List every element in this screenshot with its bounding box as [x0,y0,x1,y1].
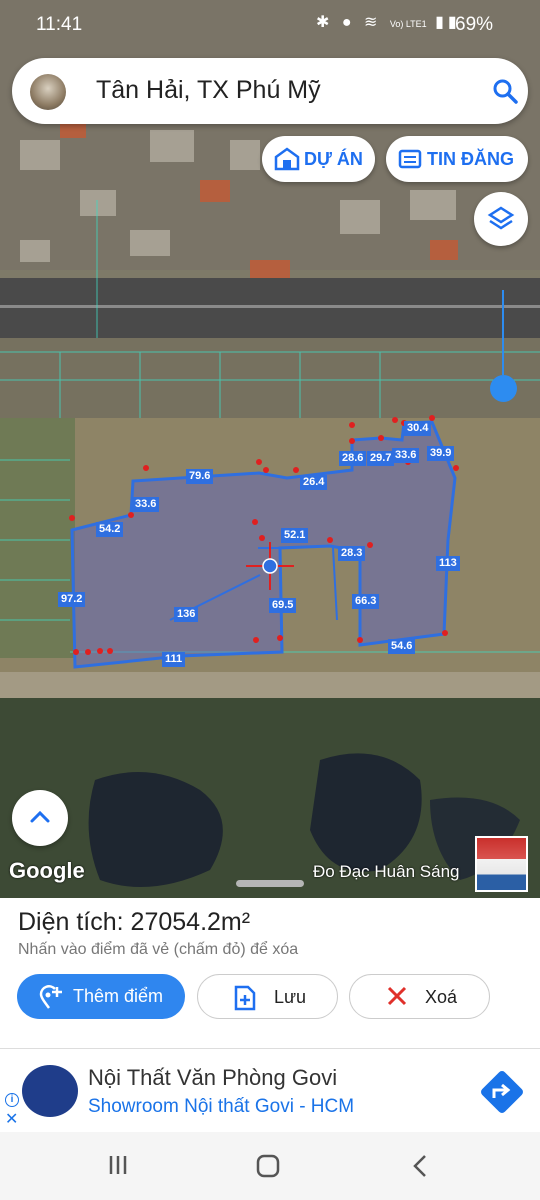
save-button[interactable]: Lưu [197,974,338,1019]
google-logo: Google [9,858,85,883]
edge-label: 136 [174,607,199,622]
edge-label: 54.6 [388,639,416,654]
ad-close-icon[interactable]: ✕ [5,1109,18,1129]
network-label: Vo) LTE1 [389,19,427,29]
bottom-sheet-handle[interactable] [236,880,304,887]
location-title: Tân Hải, TX Phú Mỹ [96,76,321,104]
edge-label: 33.6 [132,497,160,512]
save-label: Lưu [274,987,307,1007]
edge-label: 26.4 [300,475,328,490]
edge-label: 69.5 [269,598,297,613]
edge-label: 52.1 [281,528,309,543]
edge-label: 113 [436,556,460,571]
location-thumbnail [30,74,66,110]
edge-label: 39.9 [427,446,455,461]
hint-text: Nhấn vào điểm đã vẻ (chấm đỏ) để xóa [18,941,299,958]
map-layers-button[interactable] [474,192,528,246]
add-file-icon [234,985,256,1011]
system-nav-bar [0,1132,540,1200]
delete-label: Xoá [425,987,458,1007]
map-view[interactable]: 30.4 28.6 29.7 33.6 39.9 79.6 26.4 33.6 … [0,0,540,898]
edge-label: 30.4 [404,421,432,436]
measurement-panel: Diện tích: 27054.2m² Nhấn vào điểm đã vẻ… [0,898,540,1048]
tin-dang-label: TIN ĐĂNG [427,149,514,169]
directions-icon[interactable] [478,1068,526,1116]
attribution-text: Đo Đạc Huân Sáng [313,862,460,881]
search-icon[interactable] [492,78,518,104]
du-an-button[interactable]: DỰ ÁN [262,136,375,182]
area-value: Diện tích: 27054.2m² [18,908,251,936]
ad-info-icon[interactable]: i [5,1093,19,1107]
edge-label: 97.2 [58,592,86,607]
ad-subtitle[interactable]: Showroom Nội thất Govi - HCM [88,1096,354,1118]
add-location-icon [39,985,62,1009]
layers-icon [487,206,515,230]
edge-label: 54.2 [96,522,124,537]
close-icon [387,986,407,1006]
search-bar[interactable]: Tân Hải, TX Phú Mỹ [12,58,528,124]
listing-icon [398,149,422,169]
edge-label: 29.7 [367,451,395,466]
edge-label: 111 [162,652,186,667]
edge-label: 28.3 [338,546,366,561]
tin-dang-button[interactable]: TIN ĐĂNG [386,136,528,182]
battery-level: 69% [455,14,494,35]
ad-logo [22,1065,78,1117]
du-an-label: DỰ ÁN [304,149,363,169]
ad-title: Nội Thất Văn Phòng Govi [88,1065,338,1090]
chevron-up-icon [30,810,50,823]
add-point-label: Thêm điểm [73,986,164,1006]
home-icon[interactable] [256,1154,280,1178]
edge-label: 79.6 [186,469,214,484]
edge-label: 33.6 [392,448,420,463]
recent-apps-icon[interactable] [107,1154,129,1176]
add-point-button[interactable]: Thêm điểm [17,974,185,1019]
satellite-imagery [0,0,540,898]
edge-label: 66.3 [352,594,380,609]
back-icon[interactable] [410,1154,430,1178]
delete-button[interactable]: Xoá [349,974,490,1019]
brand-thumbnail[interactable] [475,836,528,892]
status-icons: ✱ ● ≋ Vo) LTE1 ▮▮ [316,14,461,31]
building-icon [274,147,300,171]
status-time: 11:41 [36,14,83,35]
opacity-slider-handle[interactable] [490,375,517,402]
ad-banner[interactable]: Nội Thất Văn Phòng Govi Showroom Nội thấ… [0,1048,540,1132]
status-bar: 11:41 ✱ ● ≋ Vo) LTE1 ▮▮ 69% [0,0,540,54]
edge-label: 28.6 [339,451,367,466]
expand-up-button[interactable] [12,790,68,846]
